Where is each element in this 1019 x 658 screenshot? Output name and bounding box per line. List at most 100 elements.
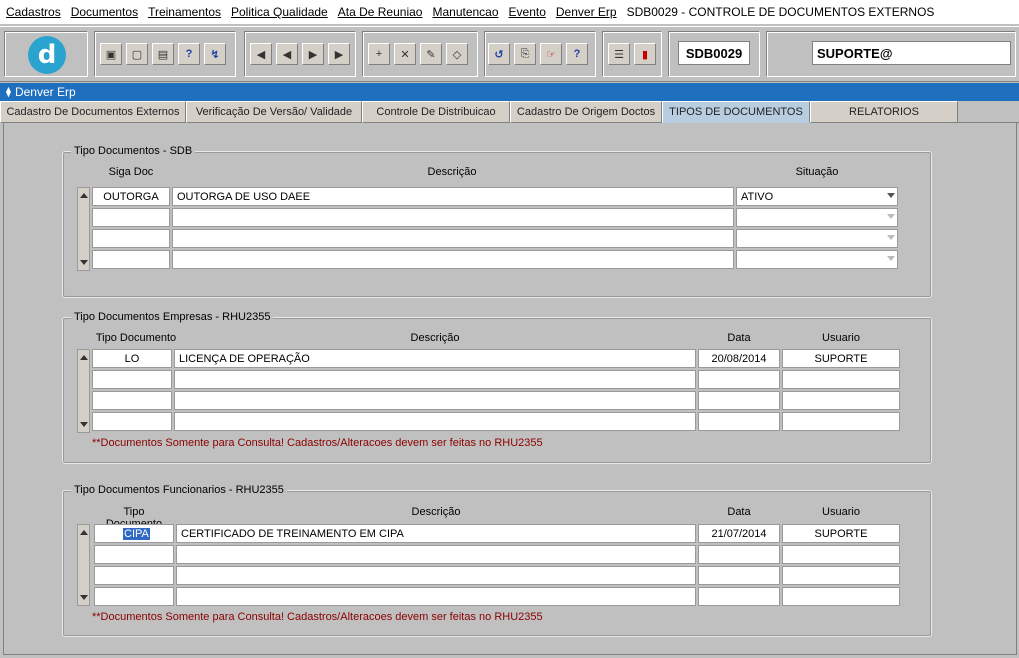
first-record-icon[interactable]: ◀	[250, 43, 272, 65]
clear-icon[interactable]: ◇	[446, 43, 468, 65]
tab-controle-distribuicao[interactable]: Controle De Distribuicao	[362, 101, 510, 123]
funcionarios-note: **Documentos Somente para Consulta! Cada…	[92, 611, 543, 623]
frame-title: Tipo Documentos Empresas - RHU2355	[71, 311, 274, 323]
user-field: SUPORTE@	[812, 41, 1011, 65]
menu-icon[interactable]: ☰	[608, 43, 630, 65]
funcionarios-code-cell[interactable]	[94, 566, 174, 585]
sdb-code-cell[interactable]	[92, 229, 170, 248]
empresas-code-cell[interactable]	[92, 370, 172, 389]
funcionarios-user-cell[interactable]	[782, 566, 900, 585]
funcionarios-code-cell[interactable]	[94, 587, 174, 606]
menu-evento[interactable]: Evento	[509, 5, 546, 19]
header-usuario: Usuario	[822, 506, 860, 518]
save-icon[interactable]: ▣	[100, 43, 122, 65]
menu-ata-de-reuniao[interactable]: Ata De Reuniao	[338, 5, 423, 19]
header-descricao: Descrição	[410, 332, 460, 344]
empresas-date-cell[interactable]	[698, 391, 780, 410]
chevron-down-icon[interactable]	[887, 193, 895, 198]
exit-icon[interactable]: ▮	[634, 43, 656, 65]
sdb-desc-cell[interactable]	[172, 229, 734, 248]
tab-cadastro-documentos-externos[interactable]: Cadastro De Documentos Externos	[0, 101, 186, 123]
window-icon[interactable]: ▢	[126, 43, 148, 65]
menu-cadastros[interactable]: Cadastros	[6, 5, 61, 19]
window-icon: ⧫	[6, 86, 11, 98]
funcionarios-desc-cell[interactable]	[176, 545, 696, 564]
edit-icon[interactable]: ✎	[420, 43, 442, 65]
sdb-status-select[interactable]	[736, 208, 898, 227]
empresas-desc-cell[interactable]: LICENÇA DE OPERAÇÃO	[174, 349, 696, 368]
empresas-user-cell[interactable]: SUPORTE	[782, 349, 900, 368]
query-icon[interactable]: ?	[178, 43, 200, 65]
chevron-down-icon[interactable]	[887, 214, 895, 219]
funcionarios-code-selected: CIPA	[123, 527, 150, 540]
sdb-scrollbar[interactable]	[77, 187, 90, 271]
delete-record-icon[interactable]: ✕	[394, 43, 416, 65]
funcionarios-date-cell[interactable]	[698, 545, 780, 564]
menu-politica-qualidade[interactable]: Politica Qualidade	[231, 5, 328, 19]
tab-tipos-de-documentos[interactable]: TIPOS DE DOCUMENTOS	[662, 101, 810, 123]
menu-manutencao[interactable]: Manutencao	[432, 5, 498, 19]
empresas-code-cell[interactable]	[92, 391, 172, 410]
empresas-desc-cell[interactable]	[174, 370, 696, 389]
funcionarios-date-cell[interactable]	[698, 587, 780, 606]
empresas-date-cell[interactable]	[698, 412, 780, 431]
funcionarios-user-cell[interactable]: SUPORTE	[782, 524, 900, 543]
undo-icon[interactable]: ↺	[488, 43, 510, 65]
funcionarios-desc-cell[interactable]: CERTIFICADO DE TREINAMENTO EM CIPA	[176, 524, 696, 543]
empresas-date-cell[interactable]	[698, 370, 780, 389]
insert-record-icon[interactable]: +	[368, 43, 390, 65]
header-data: Data	[727, 332, 751, 344]
sdb-desc-cell[interactable]	[172, 250, 734, 269]
sdb-status-select[interactable]: ATIVO	[736, 187, 898, 206]
empresas-desc-cell[interactable]	[174, 412, 696, 431]
tab-relatorios[interactable]: RELATORIOS	[810, 101, 958, 123]
tools-icon[interactable]: ☞	[540, 43, 562, 65]
empresas-date-cell[interactable]: 20/08/2014	[698, 349, 780, 368]
sdb-code-cell[interactable]: OUTORGA	[92, 187, 170, 206]
sdb-desc-cell[interactable]	[172, 208, 734, 227]
help-icon[interactable]: ?	[566, 43, 588, 65]
funcionarios-scrollbar[interactable]	[77, 524, 90, 606]
menu-documentos[interactable]: Documentos	[71, 5, 138, 19]
toolbar: d ▣ ▢ ▤ ? ↯ ◀ ◀ ▶ ▶ + ✕ ✎ ◇ ↺ ⎘ ☞ ? ☰ ▮ …	[0, 26, 1019, 82]
tab-cadastro-origem-doctos[interactable]: Cadastro De Origem Doctos	[510, 101, 662, 123]
sdb-desc-cell[interactable]: OUTORGA DE USO DAEE	[172, 187, 734, 206]
funcionarios-user-cell[interactable]	[782, 587, 900, 606]
empresas-user-cell[interactable]	[782, 370, 900, 389]
header-descricao: Descrição	[427, 166, 477, 178]
next-record-icon[interactable]: ▶	[302, 43, 324, 65]
funcionarios-date-cell[interactable]	[698, 566, 780, 585]
funcionarios-user-cell[interactable]	[782, 545, 900, 564]
frame-title: Tipo Documentos - SDB	[71, 145, 196, 157]
empresas-scrollbar[interactable]	[77, 349, 90, 433]
funcionarios-desc-cell[interactable]	[176, 566, 696, 585]
sdb-status-value: ATIVO	[741, 190, 774, 203]
empresas-desc-cell[interactable]	[174, 391, 696, 410]
previous-record-icon[interactable]: ◀	[276, 43, 298, 65]
header-data: Data	[727, 506, 751, 518]
empresas-user-cell[interactable]	[782, 391, 900, 410]
sdb-code-cell[interactable]	[92, 208, 170, 227]
empresas-code-cell[interactable]: LO	[92, 349, 172, 368]
chevron-down-icon[interactable]	[887, 256, 895, 261]
window-title: Denver Erp	[14, 85, 76, 99]
header-tipo-documento: Tipo Documento	[95, 332, 177, 344]
header-usuario: Usuario	[822, 332, 860, 344]
last-record-icon[interactable]: ▶	[328, 43, 350, 65]
menu-treinamentos[interactable]: Treinamentos	[148, 5, 221, 19]
funcionarios-desc-cell[interactable]	[176, 587, 696, 606]
sdb-status-select[interactable]	[736, 229, 898, 248]
menu-denver-erp[interactable]: Denver Erp	[556, 5, 617, 19]
clipboard-icon[interactable]: ⎘	[514, 43, 536, 65]
funcionarios-date-cell[interactable]: 21/07/2014	[698, 524, 780, 543]
print-icon[interactable]: ▤	[152, 43, 174, 65]
tab-verificacao-versao-validade[interactable]: Verificação De Versão/ Validade	[186, 101, 362, 123]
funcionarios-code-cell[interactable]: CIPA	[94, 524, 174, 543]
empresas-code-cell[interactable]	[92, 412, 172, 431]
sdb-status-select[interactable]	[736, 250, 898, 269]
execute-query-icon[interactable]: ↯	[204, 43, 226, 65]
empresas-user-cell[interactable]	[782, 412, 900, 431]
funcionarios-code-cell[interactable]	[94, 545, 174, 564]
chevron-down-icon[interactable]	[887, 235, 895, 240]
sdb-code-cell[interactable]	[92, 250, 170, 269]
